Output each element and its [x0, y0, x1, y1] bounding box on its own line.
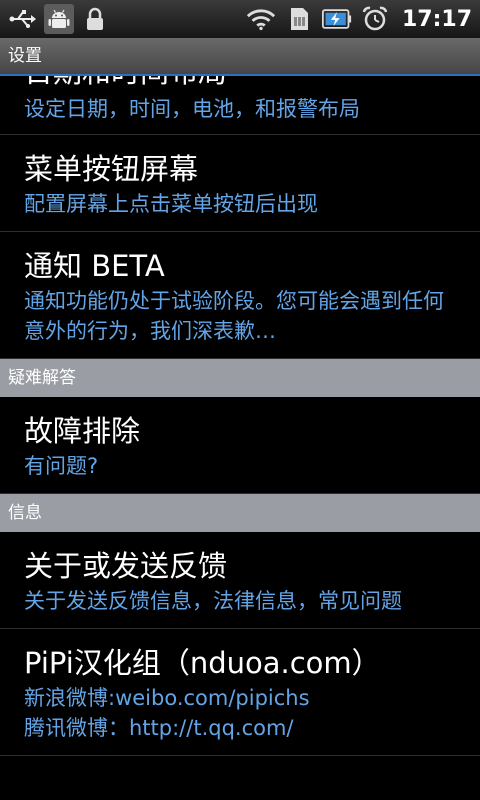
lock-icon: [80, 4, 110, 34]
list-item-title: 关于或发送反馈: [24, 549, 228, 583]
list-item-notification-beta[interactable]: 通知 BETA 通知功能仍处于试验阶段。您可能会遇到任何意外的行为，我们深表歉…: [0, 232, 480, 359]
status-bar-right: 17:17: [246, 4, 472, 34]
alarm-clock-icon: [360, 4, 390, 34]
status-bar-left: [8, 4, 110, 34]
screen: 17:17 设置 日期和时间布局 设定日期，时间，电池，和报警布局 菜单按钮屏幕…: [0, 0, 480, 800]
list-item-title: 日期和时间布局: [24, 76, 227, 92]
list-item-menu-button-screen[interactable]: 菜单按钮屏幕 配置屏幕上点击菜单按钮后出现: [0, 135, 480, 232]
sim-icon: [284, 4, 314, 34]
list-item-pipi-credits[interactable]: PiPi汉化组（nduoa.com） 新浪微博:weibo.com/pipich…: [0, 629, 480, 756]
list-item-summary: 关于发送反馈信息，法律信息，常见问题: [24, 589, 402, 613]
list-item-summary: 有问题?: [24, 454, 99, 478]
list-item-title: 故障排除: [24, 414, 141, 448]
section-header-troubleshooting: 疑难解答: [0, 359, 480, 397]
list-item-summary: 通知功能仍处于试验阶段。您可能会遇到任何意外的行为，我们深表歉…: [24, 289, 444, 343]
wifi-icon: [246, 4, 276, 34]
page-title: 设置: [0, 38, 480, 76]
list-item-title: PiPi汉化组（nduoa.com）: [24, 646, 381, 680]
clock: 17:17: [401, 6, 472, 32]
list-item-about-feedback[interactable]: 关于或发送反馈 关于发送反馈信息，法律信息，常见问题: [0, 532, 480, 629]
list-item-troubleshooting[interactable]: 故障排除 有问题?: [0, 397, 480, 494]
android-debug-icon: [44, 4, 74, 34]
settings-list[interactable]: 日期和时间布局 设定日期，时间，电池，和报警布局 菜单按钮屏幕 配置屏幕上点击菜…: [0, 76, 480, 800]
battery-charging-icon: [321, 4, 352, 34]
section-header-info: 信息: [0, 494, 480, 532]
list-item-title: 菜单按钮屏幕: [24, 152, 199, 186]
list-item-summary: 设定日期，时间，电池，和报警布局: [24, 97, 360, 121]
list-item-summary-line2: 腾讯微博：http://t.qq.com/: [24, 716, 294, 740]
list-item-summary: 配置屏幕上点击菜单按钮后出现: [24, 192, 318, 216]
status-bar: 17:17: [0, 0, 480, 38]
list-item-date-time-layout[interactable]: 日期和时间布局 设定日期，时间，电池，和报警布局: [0, 76, 480, 135]
list-item-summary-line1: 新浪微博:weibo.com/pipichs: [24, 686, 310, 710]
usb-icon: [8, 4, 38, 34]
list-item-title: 通知 BETA: [24, 249, 165, 283]
